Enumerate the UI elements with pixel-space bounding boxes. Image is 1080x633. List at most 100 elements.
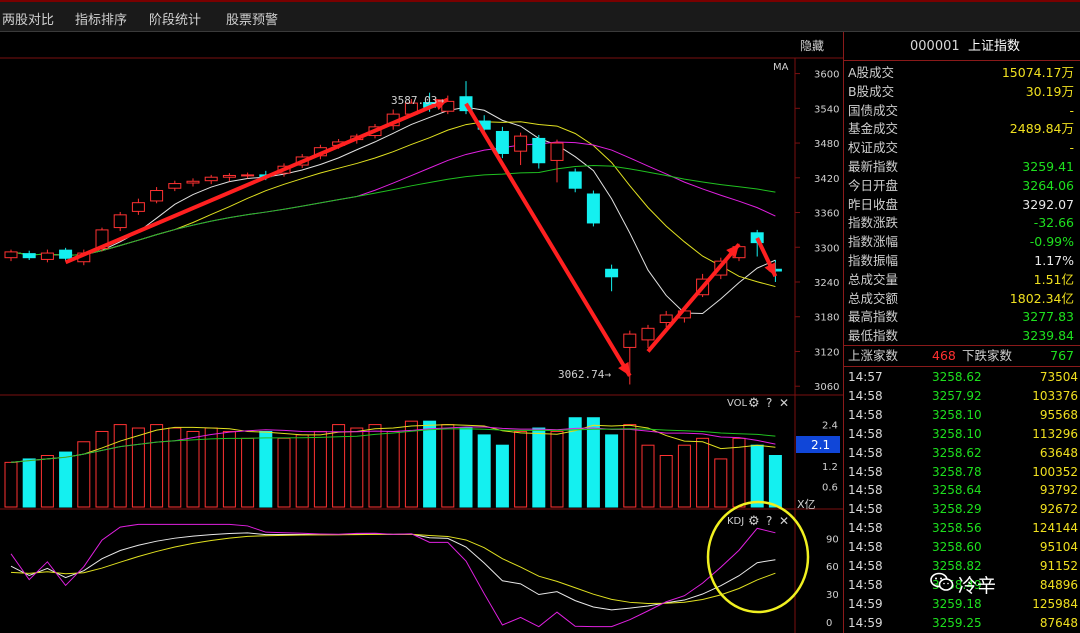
price-axis-label: 3060 (814, 382, 839, 393)
volume-bar (532, 427, 546, 508)
volume-bar (750, 444, 764, 508)
stat-label: 昨日收盘 (848, 196, 899, 212)
index-code: 000001 (910, 39, 960, 54)
stat-value: 30.19万 (1025, 83, 1074, 99)
tick-time: 14:59 (848, 596, 883, 611)
stat-value: 1802.34亿 (1009, 290, 1074, 306)
tick-volume: 84896 (1039, 577, 1078, 592)
high-price-label: 3587.03→ (391, 94, 444, 107)
tick-price: 3257.92 (932, 388, 982, 403)
candle-body (204, 176, 218, 182)
stat-value: -0.99% (1029, 234, 1074, 250)
tick-row: 14:58 3257.92 103376 (848, 387, 1080, 406)
trend-arrow-up-2 (646, 243, 741, 353)
candle-body (131, 202, 145, 212)
volume-bar (4, 461, 18, 508)
tick-row: 14:58 3258.10 113296 (848, 425, 1080, 444)
tick-price: 3258.29 (932, 502, 982, 517)
kdj-settings-gear-icon[interactable]: ⚙ (748, 514, 760, 529)
hide-button[interactable]: 隐藏 (800, 39, 824, 53)
volume-bar (732, 437, 746, 508)
ma30-line (10, 165, 776, 256)
candle-body (586, 193, 600, 224)
vol-axis-label: 1.2 (822, 462, 838, 473)
tick-volume: 73504 (1039, 370, 1078, 384)
kdj-close-icon[interactable]: ✕ (779, 514, 789, 528)
kline-chart[interactable]: 隐藏 MA 3587.03→ 3062.74→ 3600 3540 3480 3420… (0, 32, 843, 633)
tab-compare[interactable]: 两股对比 (2, 9, 54, 28)
tick-volume: 124144 (1032, 521, 1078, 536)
price-axis: 3600 3540 3480 3420 3360 3300 3240 3180 3120 3060 (795, 70, 839, 393)
stat-label: 总成交额 (848, 290, 899, 306)
up-count-value: 468 (932, 348, 956, 363)
tick-volume: 93792 (1039, 483, 1078, 498)
candle-body (241, 174, 255, 177)
stat-row: 最新指数 3259.41 (844, 157, 1080, 176)
stat-label: 最高指数 (848, 309, 899, 325)
volume-bar (150, 424, 164, 508)
stat-row: 总成交量 1.51亿 (844, 270, 1080, 289)
price-axis-label: 3240 (814, 278, 839, 289)
tick-row: 14:59 3259.25 87648 (848, 614, 1080, 633)
tab-stock-alert[interactable]: 股票预警 (226, 9, 278, 28)
tick-volume: 100352 (1032, 464, 1078, 479)
stat-label: 总成交量 (848, 271, 899, 287)
tick-volume: 95568 (1039, 407, 1078, 422)
volume-bar (659, 455, 673, 508)
volume-bar (77, 441, 91, 508)
vol-axis-label: 0.6 (822, 482, 838, 493)
tick-price: 3258.60 (932, 540, 982, 555)
down-count-label: 下跌家数 (962, 348, 1013, 363)
volume-bar (131, 427, 145, 508)
stat-value: 3264.06 (1022, 177, 1074, 193)
tick-row: 14:58 3258.60 95104 (848, 538, 1080, 557)
volume-bar (350, 427, 364, 508)
volume-bar (714, 458, 728, 508)
vol-settings-gear-icon[interactable]: ⚙ (748, 396, 760, 411)
stat-label: 今日开盘 (848, 177, 899, 193)
tick-row: 14:58 3258.10 95568 (848, 406, 1080, 425)
stat-label: 指数振幅 (848, 253, 899, 268)
tick-time: 14:58 (848, 426, 883, 441)
kdj-help-icon[interactable]: ? (766, 514, 772, 528)
chart-area[interactable]: 隐藏 MA 3587.03→ 3062.74→ 3600 3540 3480 3420… (0, 32, 843, 633)
stat-row: 基金成交 2489.84万 (844, 119, 1080, 138)
tab-indicator-sort[interactable]: 指标排序 (75, 9, 127, 28)
tick-row: 14:58 3258.56 124144 (848, 519, 1080, 538)
tab-period-stats[interactable]: 阶段统计 (149, 9, 201, 28)
tick-price: 3258.56 (932, 521, 982, 536)
volume-bar (241, 437, 255, 508)
candle-body (113, 214, 127, 229)
vol-close-icon[interactable]: ✕ (779, 396, 789, 410)
volume-bar (40, 455, 54, 508)
stat-label: 最新指数 (848, 159, 899, 174)
vol-current-value: 2.1 (811, 438, 830, 452)
volume-bar (441, 424, 455, 508)
tick-volume: 87648 (1039, 615, 1078, 630)
ma-indicator-label: MA (773, 62, 789, 73)
kdj-axis-label: 90 (826, 534, 839, 545)
tick-row: 14:58 3258.62 63648 (848, 444, 1080, 463)
tick-time: 14:58 (848, 464, 883, 479)
stat-label: 指数涨幅 (848, 234, 899, 250)
tick-row: 14:57 3258.62 73504 (848, 368, 1080, 387)
stat-value: 2489.84万 (1009, 121, 1074, 137)
stat-label: 基金成交 (848, 121, 899, 137)
kdj-indicator-label: KDJ (727, 516, 744, 527)
quote-title: 000001 上证指数 (844, 32, 1080, 61)
stat-value: 15074.17万 (1001, 65, 1074, 80)
tick-time: 14:58 (848, 445, 883, 460)
candle-body (4, 251, 18, 259)
stat-row: 权证成交 - (844, 138, 1080, 157)
stat-value: 1.51亿 (1033, 271, 1074, 287)
tick-price: 3258.62 (932, 370, 982, 384)
volume-bar (204, 427, 218, 508)
stat-value: 3239.84 (1022, 328, 1074, 344)
stat-value: 3259.41 (1022, 159, 1074, 174)
vol-axis: 2.41.81.20.6 (822, 421, 838, 494)
vol-help-icon[interactable]: ? (766, 396, 772, 410)
candle-body (550, 142, 564, 161)
candle-body (22, 253, 36, 259)
stat-row: 总成交额 1802.34亿 (844, 289, 1080, 308)
tick-volume: 113296 (1032, 426, 1078, 441)
